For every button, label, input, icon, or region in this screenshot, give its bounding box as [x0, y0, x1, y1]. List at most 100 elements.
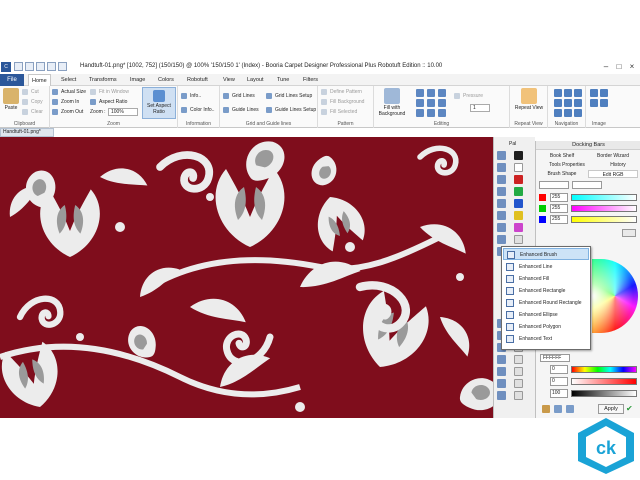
palette-swatch[interactable]: [514, 391, 523, 400]
brightness-slider[interactable]: [571, 390, 637, 397]
image-rotate-icon[interactable]: [590, 89, 598, 97]
palette-icon[interactable]: [542, 405, 550, 413]
pencil-icon[interactable]: [416, 89, 424, 97]
palette-swatch[interactable]: [514, 367, 523, 376]
fill-with-background-button[interactable]: Fill with Background: [376, 88, 408, 117]
zoom-in-button[interactable]: Zoom In: [52, 98, 79, 106]
curve-icon[interactable]: [427, 99, 435, 107]
image-resize-icon[interactable]: [600, 99, 608, 107]
tab-edit-rgb[interactable]: Edit RGB: [588, 170, 638, 178]
brush-icon[interactable]: [427, 89, 435, 97]
tab-book-shelf[interactable]: Book Shelf: [538, 152, 586, 160]
hue-slider[interactable]: [571, 366, 637, 373]
nav-last-icon[interactable]: [574, 89, 582, 97]
tab-tools-properties[interactable]: Tools Properties: [538, 161, 596, 169]
tab-brush-shape[interactable]: Brush Shape: [538, 170, 586, 178]
picker-icon[interactable]: [427, 109, 435, 117]
tab-colors[interactable]: Colors: [155, 74, 177, 86]
copy-button[interactable]: Copy: [22, 98, 43, 106]
zoom-tool-icon[interactable]: [497, 355, 506, 364]
repeat-view-button[interactable]: Repeat View: [514, 88, 544, 111]
eraser-tool-icon[interactable]: [497, 211, 506, 220]
dropdown-item-enhanced-text[interactable]: Enhanced Text: [503, 333, 589, 345]
settings-tool-icon[interactable]: [497, 391, 506, 400]
actual-size-button[interactable]: Actual Size: [52, 88, 86, 96]
blue-value-input[interactable]: 255: [550, 215, 568, 224]
fill-tool-icon[interactable]: [497, 223, 506, 232]
line-icon[interactable]: [416, 99, 424, 107]
tab-select[interactable]: Select: [58, 74, 79, 86]
brush-tool-icon[interactable]: [497, 199, 506, 208]
dropdown-item-enhanced-brush[interactable]: Enhanced Brush: [503, 248, 589, 260]
brightness-value-input[interactable]: 100: [550, 389, 568, 398]
zoom-out-button[interactable]: Zoom Out: [52, 108, 83, 116]
nav-up-icon[interactable]: [564, 89, 572, 97]
pressure-input[interactable]: 1: [470, 104, 490, 112]
eraser-icon[interactable]: [438, 99, 446, 107]
green-slider[interactable]: [571, 205, 637, 212]
palette-swatch[interactable]: [514, 379, 523, 388]
palette-swatch[interactable]: [514, 175, 523, 184]
tab-filters[interactable]: Filters: [300, 74, 321, 86]
nav-down-right-icon[interactable]: [574, 109, 582, 117]
image-flip-icon[interactable]: [600, 89, 608, 97]
palette-swatch[interactable]: [514, 355, 523, 364]
nav-left-icon[interactable]: [554, 99, 562, 107]
tab-tune[interactable]: Tune: [274, 74, 292, 86]
paste-button[interactable]: Paste: [2, 88, 20, 111]
set-aspect-ratio-button[interactable]: Set Aspect Ratio: [142, 87, 176, 119]
aspect-ratio-button[interactable]: Aspect Ratio: [90, 98, 127, 106]
maximize-icon[interactable]: □: [613, 61, 625, 73]
dropdown-toggle[interactable]: [622, 229, 636, 237]
nav-first-icon[interactable]: [554, 89, 562, 97]
red-slider[interactable]: [571, 194, 637, 201]
guide-lines-setup-button[interactable]: Guide Lines Setup: [266, 106, 316, 114]
check-icon[interactable]: ✔: [626, 405, 633, 413]
palette-swatch[interactable]: [514, 235, 523, 244]
dropdown-item-enhanced-ellipse[interactable]: Enhanced Ellipse: [503, 309, 589, 321]
undo-icon[interactable]: [47, 62, 56, 71]
open-icon[interactable]: [25, 62, 34, 71]
close-icon[interactable]: ×: [626, 61, 638, 73]
smudge-icon[interactable]: [438, 109, 446, 117]
save-icon[interactable]: [36, 62, 45, 71]
app-icon[interactable]: C: [1, 62, 11, 72]
tab-layout[interactable]: Layout: [244, 74, 267, 86]
pencil-tool-icon[interactable]: [497, 187, 506, 196]
hue-value-input[interactable]: 0: [550, 365, 568, 374]
tab-transforms[interactable]: Transforms: [86, 74, 120, 86]
palette-swatch[interactable]: [514, 187, 523, 196]
zoom-select[interactable]: 100%: [108, 108, 138, 116]
tab-robotuft[interactable]: Robotuft: [184, 74, 211, 86]
fill-background-button[interactable]: Fill Background: [321, 98, 364, 106]
hex-value-input[interactable]: FFFFFF: [540, 354, 570, 362]
select-tool-icon[interactable]: [497, 151, 506, 160]
repeat-tool-icon[interactable]: [497, 379, 506, 388]
nav-right-icon[interactable]: [574, 99, 582, 107]
reset-icon[interactable]: [566, 405, 574, 413]
tab-border-wizard[interactable]: Border Wizard: [588, 152, 638, 160]
palette-swatch[interactable]: [514, 223, 523, 232]
image-canvas[interactable]: [0, 137, 493, 418]
red-value-input[interactable]: 255: [550, 193, 568, 202]
move-tool-icon[interactable]: [497, 163, 506, 172]
minimize-icon[interactable]: –: [600, 61, 612, 73]
fill-icon[interactable]: [416, 109, 424, 117]
apply-button[interactable]: Apply: [598, 404, 624, 414]
tab-image[interactable]: Image: [127, 74, 148, 86]
palette-swatch[interactable]: [514, 163, 523, 172]
saturation-value-input[interactable]: 0: [550, 377, 568, 386]
file-menu[interactable]: File: [0, 74, 24, 86]
dropdown-item-enhanced-polygon[interactable]: Enhanced Polygon: [503, 321, 589, 333]
dropdown-item-enhanced-rectangle[interactable]: Enhanced Rectangle: [503, 285, 589, 297]
palette-swatch[interactable]: [514, 211, 523, 220]
lasso-tool-icon[interactable]: [497, 175, 506, 184]
tab-history[interactable]: History: [598, 161, 638, 169]
define-pattern-button[interactable]: Define Pattern: [321, 88, 362, 96]
redo-icon[interactable]: [58, 62, 67, 71]
tab-view[interactable]: View: [220, 74, 238, 86]
palette-swatch[interactable]: [514, 199, 523, 208]
palette-swatch[interactable]: [514, 151, 523, 160]
nav-down-icon[interactable]: [564, 109, 572, 117]
guide-lines-button[interactable]: Guide Lines: [223, 106, 259, 114]
